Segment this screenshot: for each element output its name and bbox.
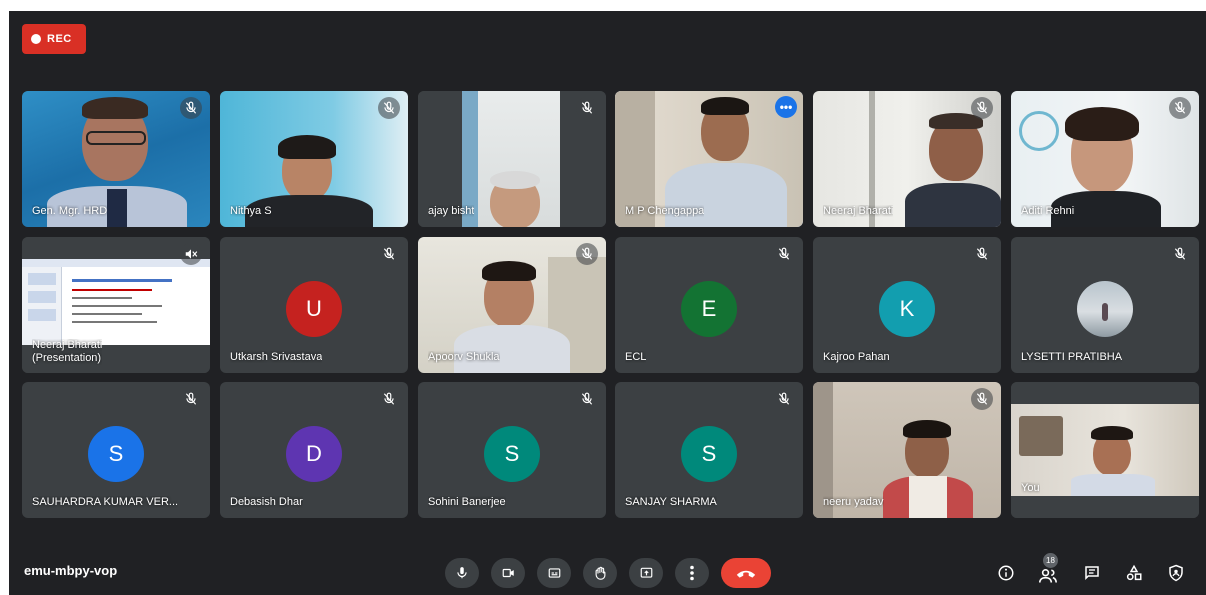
mic-off-icon <box>1169 97 1191 119</box>
participant-tile[interactable]: Neeraj Bharati <box>813 91 1001 227</box>
mic-off-icon <box>180 243 202 265</box>
mic-off-icon <box>576 243 598 265</box>
participant-name: LYSETTI PRATIBHA <box>1021 351 1123 363</box>
mic-off-icon <box>971 243 993 265</box>
participant-tile[interactable]: LYSETTI PRATIBHA <box>1011 237 1199 373</box>
participant-tile[interactable]: K Kajroo Pahan <box>813 237 1001 373</box>
participant-name: You <box>1021 482 1040 494</box>
participant-tile[interactable]: E ECL <box>615 237 803 373</box>
camera-button[interactable] <box>491 558 525 588</box>
raise-hand-icon <box>595 566 605 580</box>
presenter-name: Neeraj Bharati <box>32 339 103 351</box>
mic-off-icon <box>971 388 993 410</box>
mic-button[interactable] <box>445 558 479 588</box>
mic-off-icon <box>180 97 202 119</box>
mic-off-icon <box>576 97 598 119</box>
avatar: K <box>879 281 935 337</box>
more-options-icon[interactable]: ••• <box>775 96 797 118</box>
mic-off-icon <box>576 388 598 410</box>
chat-icon <box>1085 566 1099 581</box>
avatar-photo <box>1077 281 1133 337</box>
meeting-code: emu-mbpy-vop <box>24 563 118 578</box>
meet-window: REC Gen. Mgr. HRD Nithya S ajay bisht ••… <box>9 11 1206 595</box>
more-options-button[interactable] <box>675 558 709 588</box>
leave-call-button[interactable] <box>721 558 771 588</box>
participant-tile[interactable]: Nithya S <box>220 91 408 227</box>
mic-off-icon <box>971 97 993 119</box>
mic-icon <box>457 567 467 579</box>
participant-tile[interactable]: Apoorv Shukla <box>418 237 606 373</box>
hangup-icon <box>736 570 756 578</box>
participant-tile[interactable]: Aditi Rehni <box>1011 91 1199 227</box>
participant-name: Debasish Dhar <box>230 496 303 508</box>
participant-name: SAUHARDRA KUMAR VER... <box>32 496 179 508</box>
participant-tile[interactable]: D Debasish Dhar <box>220 382 408 518</box>
participant-name: neeru yadav <box>823 496 884 508</box>
activities-button[interactable] <box>1120 559 1148 587</box>
mic-off-icon <box>180 388 202 410</box>
participant-name: Sohini Banerjee <box>428 496 506 508</box>
mic-off-icon <box>1169 243 1191 265</box>
participant-tile[interactable]: S Sohini Banerjee <box>418 382 606 518</box>
participant-tile[interactable]: S SANJAY SHARMA <box>615 382 803 518</box>
activities-icon <box>1126 564 1142 581</box>
more-vert-icon <box>690 565 694 581</box>
participant-tile[interactable]: U Utkarsh Srivastava <box>220 237 408 373</box>
avatar: S <box>484 426 540 482</box>
present-icon <box>640 567 652 578</box>
participant-tile[interactable]: S SAUHARDRA KUMAR VER... <box>22 382 210 518</box>
avatar: S <box>88 426 144 482</box>
participant-name: Neeraj Bharati (Presentation) <box>32 339 102 365</box>
participant-name: Utkarsh Srivastava <box>230 351 323 363</box>
host-controls-button[interactable] <box>1162 559 1190 587</box>
people-icon <box>1039 569 1057 583</box>
present-button[interactable] <box>629 558 663 588</box>
mic-off-icon <box>378 97 400 119</box>
participant-tile[interactable]: ••• M P Chengappa <box>615 91 803 227</box>
info-icon <box>998 565 1014 581</box>
participant-name: Aditi Rehni <box>1021 205 1075 217</box>
mic-off-icon <box>378 388 400 410</box>
record-dot-icon <box>31 34 41 44</box>
avatar: D <box>286 426 342 482</box>
chat-button[interactable] <box>1078 559 1106 587</box>
presentation-screen <box>22 259 210 345</box>
participant-name: Neeraj Bharati <box>823 205 894 217</box>
participant-name: ajay bisht <box>428 205 475 217</box>
host-controls-icon <box>1169 564 1183 582</box>
participant-count-badge: 18 <box>1043 553 1058 568</box>
participant-tile[interactable]: neeru yadav <box>813 382 1001 518</box>
avatar: U <box>286 281 342 337</box>
recording-indicator: REC <box>22 24 86 54</box>
participant-name: Apoorv Shukla <box>428 351 500 363</box>
participant-name: Nithya S <box>230 205 272 217</box>
participant-tile[interactable]: ajay bisht <box>418 91 606 227</box>
captions-icon <box>548 568 560 578</box>
participant-tile[interactable]: Neeraj Bharati (Presentation) <box>22 237 210 373</box>
mic-off-icon <box>773 388 795 410</box>
presentation-label: (Presentation) <box>32 352 102 364</box>
people-button[interactable]: 18 <box>1034 553 1062 587</box>
recording-label: REC <box>47 33 72 45</box>
participant-name: SANJAY SHARMA <box>625 496 717 508</box>
participant-name: Kajroo Pahan <box>823 351 890 363</box>
meeting-details-button[interactable] <box>992 559 1020 587</box>
captions-button[interactable] <box>537 558 571 588</box>
participant-tile-self[interactable]: You <box>1011 382 1199 518</box>
participant-name: ECL <box>625 351 647 363</box>
avatar: S <box>681 426 737 482</box>
mic-off-icon <box>773 243 795 265</box>
mic-off-icon <box>378 243 400 265</box>
bottom-toolbar: emu-mbpy-vop 18 <box>9 541 1206 595</box>
participant-name: Gen. Mgr. HRD <box>32 205 108 217</box>
camera-icon <box>502 568 514 578</box>
raise-hand-button[interactable] <box>583 558 617 588</box>
participant-name: M P Chengappa <box>625 205 705 217</box>
participant-tile[interactable]: Gen. Mgr. HRD <box>22 91 210 227</box>
avatar: E <box>681 281 737 337</box>
